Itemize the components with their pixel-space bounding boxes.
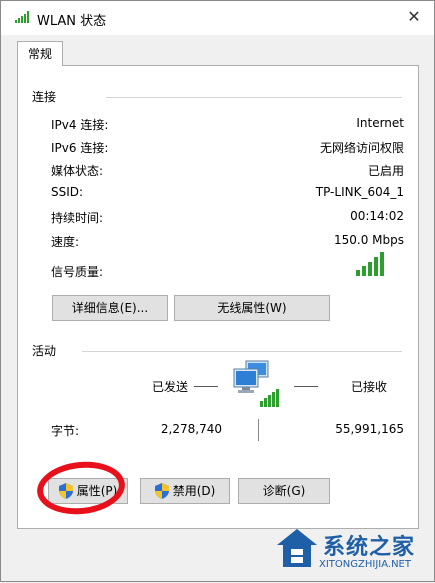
watermark-text: 系统之家	[323, 535, 416, 560]
received-dash	[294, 386, 318, 387]
connection-divider	[106, 97, 402, 98]
sent-dash	[194, 386, 218, 387]
window-title: WLAN 状态	[37, 14, 107, 29]
close-icon: ✕	[407, 7, 421, 26]
network-computers-icon	[233, 360, 279, 407]
ssid-label: SSID:	[51, 185, 84, 199]
received-label: 已接收	[351, 380, 388, 394]
disable-button[interactable]: 禁用(D)	[140, 478, 230, 504]
connection-section-label: 连接	[32, 90, 57, 104]
bytes-label: 字节:	[51, 424, 80, 438]
uac-shield-icon	[58, 483, 73, 499]
duration-value: 00:14:02	[350, 209, 404, 223]
activity-section-label: 活动	[32, 344, 57, 358]
tab-general[interactable]: 常规	[17, 41, 63, 66]
sent-label: 已发送	[152, 380, 189, 394]
properties-button-label: 属性(P)	[76, 484, 118, 498]
ipv6-label: IPv6 连接:	[51, 141, 109, 155]
watermark-url: XITONGZHIJIA.NET	[319, 559, 411, 570]
close-button[interactable]: ✕	[400, 3, 428, 31]
wireless-properties-label: 无线属性(W)	[217, 301, 287, 315]
watermark: 系统之家 XITONGZHIJIA.NET	[271, 521, 435, 583]
signal-quality-label: 信号质量:	[51, 265, 104, 279]
duration-label: 持续时间:	[51, 211, 104, 225]
uac-shield-icon	[154, 483, 169, 499]
signal-icon	[15, 11, 29, 23]
ipv6-value: 无网络访问权限	[319, 141, 404, 155]
ssid-value: TP-LINK_604_1	[315, 185, 404, 199]
wireless-properties-button[interactable]: 无线属性(W)	[174, 295, 330, 321]
diagnose-button-label: 诊断(G)	[262, 484, 306, 498]
general-panel: 连接 IPv4 连接: Internet IPv6 连接: 无网络访问权限 媒体…	[17, 65, 419, 529]
wlan-status-window: WLAN 状态 ✕ 常规 连接 IPv4 连接: Internet IPv6 连…	[0, 0, 435, 582]
bytes-separator	[258, 419, 259, 441]
media-state-value: 已启用	[367, 164, 404, 178]
house-logo-icon	[277, 529, 317, 567]
speed-label: 速度:	[51, 235, 80, 249]
activity-divider	[82, 351, 402, 352]
title-bar[interactable]: WLAN 状态 ✕	[1, 1, 434, 35]
bytes-sent-value: 2,278,740	[160, 422, 222, 436]
ipv4-value: Internet	[356, 116, 404, 130]
details-button[interactable]: 详细信息(E)...	[52, 295, 168, 321]
ipv4-label: IPv4 连接:	[51, 118, 109, 132]
media-state-label: 媒体状态:	[51, 164, 104, 178]
diagnose-button[interactable]: 诊断(G)	[238, 478, 330, 504]
bytes-received-value: 55,991,165	[335, 422, 404, 436]
signal-strength-icon	[356, 252, 384, 276]
disable-button-label: 禁用(D)	[172, 484, 216, 498]
properties-button[interactable]: 属性(P)	[48, 478, 128, 504]
speed-value: 150.0 Mbps	[333, 233, 404, 247]
details-button-label: 详细信息(E)...	[71, 301, 149, 315]
